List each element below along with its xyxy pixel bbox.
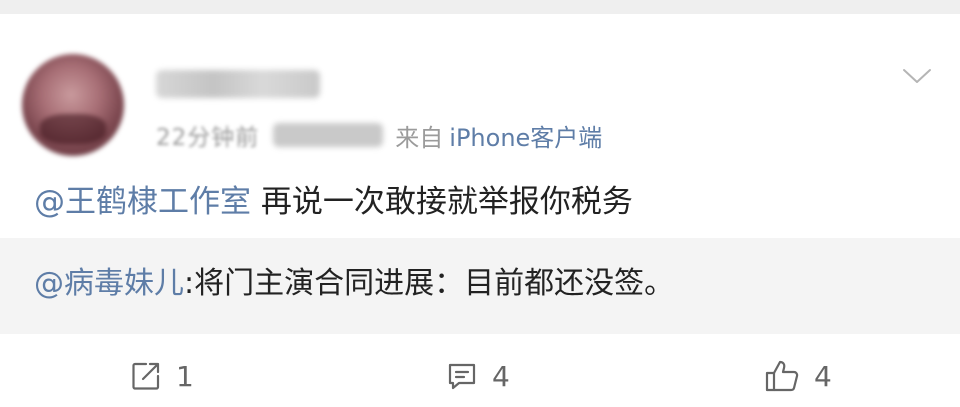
repost-mention-link[interactable]: @病毒妹儿 [34,266,184,301]
repost-body: :将门主演合同进展：目前都还没签。 [184,266,675,301]
username-blurred[interactable] [156,70,320,98]
repost-text: @病毒妹儿:将门主演合同进展：目前都还没签。 [34,262,674,306]
comment-count: 4 [492,359,510,393]
like-count: 4 [814,359,832,393]
thumbs-up-icon [764,359,800,393]
weibo-post-page: 22分钟前 来自 iPhone客户端 @王鹤棣工作室 再说一次敢接就举报你税务 … [0,0,960,407]
comment-button[interactable]: 4 [446,354,510,398]
source-prefix: 来自 [395,123,444,152]
post-content: @王鹤棣工作室 再说一次敢接就举报你税务 [34,180,633,224]
share-button[interactable]: 1 [130,354,194,398]
avatar[interactable] [22,54,124,156]
source-link[interactable]: iPhone客户端 [449,118,602,153]
action-bar: 1 4 4 [0,354,960,398]
reposted-content[interactable]: @病毒妹儿:将门主演合同进展：目前都还没签。 [0,238,960,334]
like-button[interactable]: 4 [764,354,832,398]
share-icon [130,360,162,392]
mention-link[interactable]: @王鹤棣工作室 [34,184,251,220]
meta-blurred [273,123,384,147]
post-card: 22分钟前 来自 iPhone客户端 @王鹤棣工作室 再说一次敢接就举报你税务 … [0,14,960,407]
chevron-down-icon[interactable] [902,66,932,86]
post-time: 22分钟前 [156,125,260,151]
comment-icon [446,360,478,392]
share-count: 1 [176,359,194,393]
post-meta: 22分钟前 来自 iPhone客户端 [156,118,602,152]
post-body: 再说一次敢接就举报你税务 [251,184,633,220]
